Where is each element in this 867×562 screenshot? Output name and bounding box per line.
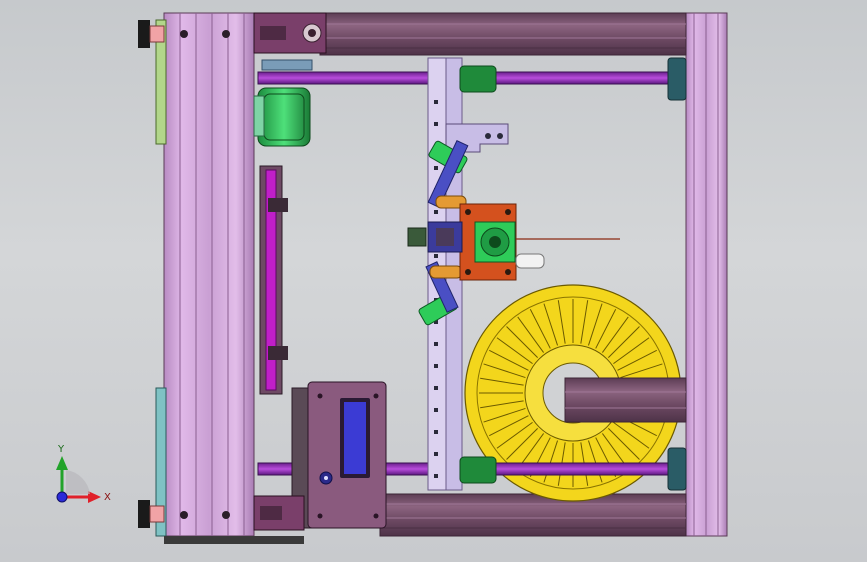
rail-hole (434, 254, 438, 258)
bottom-rod-collar (459, 456, 497, 484)
left-frame-profile (163, 12, 255, 537)
triad-y-label: Y (57, 444, 65, 455)
rail-hole (434, 364, 438, 368)
control-box (291, 381, 387, 529)
rail-hole (434, 386, 438, 390)
rail-hole (434, 408, 438, 412)
rail-hole (434, 210, 438, 214)
bottom-corner-bracket (253, 495, 305, 531)
rail-hole (434, 452, 438, 456)
triad-arc (66, 470, 90, 494)
magenta-slide-guide (259, 165, 288, 395)
bottom-left-footer (164, 536, 304, 544)
rail-hole (434, 342, 438, 346)
rail-hole (434, 474, 438, 478)
rail-hole (434, 122, 438, 126)
rail-hole (434, 430, 438, 434)
triad-origin (56, 491, 68, 503)
triad-x-label: X (104, 492, 111, 503)
right-frame-profile (685, 12, 728, 537)
rail-hole (434, 100, 438, 104)
triad-y-arrow (56, 456, 68, 470)
bottom-frame-bar (379, 493, 687, 537)
spool-support-arm (564, 377, 687, 423)
top-rod-collar (459, 65, 497, 93)
coordinate-triad: Y X (56, 444, 111, 503)
top-corner-bracket (253, 12, 327, 54)
triad-x-arrow (88, 491, 101, 503)
rail-hole (434, 166, 438, 170)
cad-drawing: Y X (56, 12, 728, 544)
top-frame-bar (319, 12, 687, 56)
